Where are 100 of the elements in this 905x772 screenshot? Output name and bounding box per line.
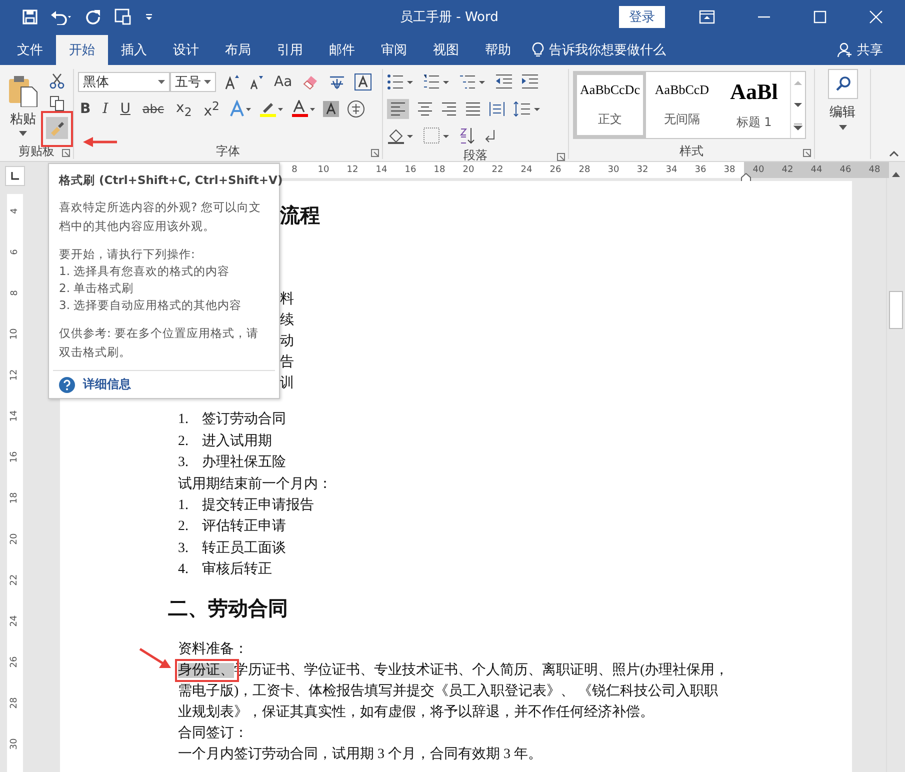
paragraph-text: 一个月内签订劳动合同，试用期 3 个月，合同有效期 3 年。: [178, 746, 543, 764]
undo-icon[interactable]: [50, 8, 74, 24]
decrease-indent-icon[interactable]: [495, 74, 513, 90]
list-number: 4.: [178, 561, 190, 579]
maximize-icon[interactable]: [813, 10, 827, 24]
touch-mode-icon[interactable]: [114, 8, 132, 26]
scrollbar-thumb[interactable]: [889, 291, 903, 329]
center-icon[interactable]: [417, 102, 433, 116]
shrink-font-icon[interactable]: [248, 74, 264, 90]
sign-in-button[interactable]: 登录: [619, 6, 665, 28]
format-button[interactable]: I: [100, 101, 110, 117]
font-color-icon[interactable]: [291, 100, 316, 118]
list-number: 1.: [178, 496, 190, 514]
shading-icon[interactable]: [387, 127, 415, 145]
numbering-icon[interactable]: [423, 74, 451, 90]
ribbon-tab[interactable]: 审阅: [368, 35, 420, 65]
highlighter-icon[interactable]: [259, 100, 284, 118]
ribbon-tab[interactable]: 开始: [56, 35, 108, 65]
ribbon-tab[interactable]: 视图: [420, 35, 472, 65]
ruler-number: 12: [346, 165, 360, 175]
ruler-number: 22: [490, 165, 504, 175]
ribbon-tab[interactable]: 邮件: [316, 35, 368, 65]
group-label: 样式: [680, 142, 704, 160]
ruler-number: 28: [8, 697, 21, 709]
ribbon-tab[interactable]: 插入: [108, 35, 160, 65]
copy-icon[interactable]: [49, 95, 65, 111]
ruler-number: 38: [722, 165, 736, 175]
ribbon-display-options-icon[interactable]: [699, 10, 715, 24]
font-size-dropdown[interactable]: 五号: [170, 72, 216, 92]
multilevel-list-icon[interactable]: [459, 74, 487, 90]
style-item[interactable]: AaBbCcDc 正文: [574, 72, 646, 138]
more-icon[interactable]: [792, 123, 804, 131]
align-left-button[interactable]: [387, 99, 409, 119]
group-label: 段落: [464, 146, 488, 164]
ribbon-tab[interactable]: 文件: [4, 35, 56, 65]
format-painter-button[interactable]: [46, 117, 68, 139]
paragraph-mark-icon[interactable]: [483, 128, 497, 144]
paste-button[interactable]: 粘贴: [4, 69, 42, 143]
ruler-number: 6: [9, 249, 21, 255]
ribbon-tab[interactable]: 帮助: [472, 35, 524, 65]
collapse-ribbon-icon[interactable]: [889, 151, 899, 157]
format-button[interactable]: U: [118, 101, 132, 117]
more-info-link[interactable]: 详细信息: [83, 376, 131, 393]
format-button[interactable]: abc: [140, 102, 166, 116]
style-item[interactable]: AaBl 标题 1: [718, 72, 790, 138]
tab-selector[interactable]: [5, 166, 25, 186]
person-icon: [837, 42, 853, 58]
character-border-icon[interactable]: [354, 73, 372, 91]
enclose-characters-icon[interactable]: [347, 100, 366, 118]
style-item[interactable]: AaBbCcD 无间隔: [646, 72, 718, 138]
ruler-number: 20: [462, 165, 476, 175]
ruler-number: 30: [606, 165, 620, 175]
justify-icon[interactable]: [465, 102, 481, 116]
dialog-launcher-icon[interactable]: [803, 149, 811, 157]
close-icon[interactable]: [869, 10, 883, 24]
style-preview: AaBl: [730, 79, 778, 106]
lightbulb-icon: [532, 42, 544, 58]
line-spacing-icon[interactable]: [513, 101, 541, 117]
save-icon[interactable]: [22, 8, 38, 24]
font-name-dropdown[interactable]: 黑体: [78, 72, 170, 92]
ribbon-tab[interactable]: 布局: [212, 35, 264, 65]
ruler-number: 20: [8, 533, 21, 545]
help-icon: [59, 376, 75, 392]
align-right-icon[interactable]: [441, 102, 457, 116]
change-case-button[interactable]: Aa: [272, 74, 294, 90]
ruler-number: 44: [802, 162, 831, 178]
distributed-icon[interactable]: [489, 101, 505, 117]
dialog-launcher-icon[interactable]: [62, 149, 70, 157]
increase-indent-icon[interactable]: [521, 74, 539, 90]
redo-icon[interactable]: [86, 8, 102, 24]
editing-button[interactable]: 编辑: [828, 69, 858, 130]
window-title: 员工手册 - Word: [400, 8, 498, 26]
format-button[interactable]: x$_{2}$: [174, 100, 194, 118]
search-icon: [834, 76, 850, 92]
heading-fragment: 流程: [280, 204, 320, 229]
caret-icon: [158, 80, 165, 84]
character-shading-icon[interactable]: [323, 101, 340, 117]
scroll-down-icon[interactable]: [792, 101, 804, 109]
ruler-number: 4: [9, 208, 21, 214]
ribbon-tab[interactable]: 设计: [160, 35, 212, 65]
bullets-icon[interactable]: [387, 74, 415, 90]
ribbon-tab[interactable]: 引用: [264, 35, 316, 65]
ruler-number: 24: [8, 615, 21, 627]
scissors-icon[interactable]: [49, 73, 65, 89]
list-number: 3.: [178, 454, 190, 472]
sort-icon[interactable]: [459, 127, 475, 145]
borders-icon[interactable]: [423, 127, 451, 145]
dialog-launcher-icon[interactable]: [557, 153, 565, 161]
tell-me-search[interactable]: 告诉我你想要做什么: [532, 35, 666, 65]
caret-icon: [19, 131, 27, 136]
format-button[interactable]: B: [78, 101, 93, 117]
format-button[interactable]: x$^{2}$: [202, 98, 222, 120]
text-effects-icon[interactable]: [229, 100, 252, 118]
grow-font-icon[interactable]: [224, 74, 240, 90]
customize-toolbar-icon[interactable]: [144, 12, 154, 22]
scroll-up-icon[interactable]: [891, 170, 901, 178]
dialog-launcher-icon[interactable]: [371, 149, 379, 157]
text-fragment: 训: [280, 374, 294, 393]
share-button[interactable]: 共享: [837, 35, 883, 65]
ruler-number: 18: [432, 165, 446, 175]
